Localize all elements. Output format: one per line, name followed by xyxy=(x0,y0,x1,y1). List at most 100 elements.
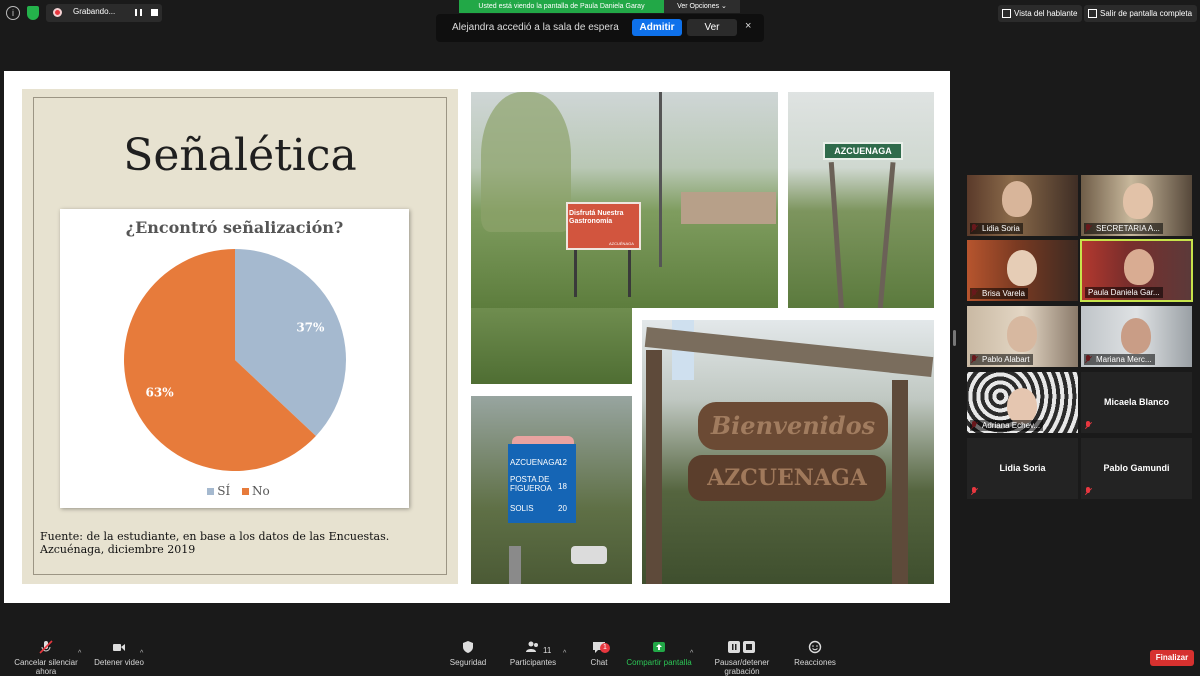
admit-button[interactable]: Admitir xyxy=(632,19,682,36)
pause-recording-icon[interactable] xyxy=(135,9,142,16)
end-meeting-button[interactable]: Finalizar xyxy=(1150,650,1194,666)
share-screen-label: Compartir pantalla xyxy=(626,658,692,667)
unmute-label: Cancelar silenciar ahora xyxy=(14,658,78,676)
participant-name: Adriana Echev... xyxy=(970,420,1044,431)
participant-tile[interactable]: Lidia Soria xyxy=(967,175,1078,236)
smiley-reaction-icon xyxy=(808,640,822,654)
participants-label: Participantes xyxy=(509,658,557,667)
recording-dot-icon xyxy=(53,8,62,17)
photo-grass-path xyxy=(471,308,632,384)
photo-azcuenaga-road-sign xyxy=(788,92,934,308)
gallery-resize-handle[interactable] xyxy=(953,330,956,346)
info-icon[interactable]: i xyxy=(6,6,20,20)
viewing-screen-banner: Usted está viendo la pantalla de Paula D… xyxy=(459,0,664,13)
sign-place-1: AZCUENAGA xyxy=(510,458,560,467)
slide-source-note: Fuente: de la estudiante, en base a los … xyxy=(40,530,390,556)
reactions-button[interactable]: Reacciones xyxy=(794,640,836,667)
pause-stop-recording-icon xyxy=(728,641,755,653)
gastronomy-sign-subtext: AZCUÉNAGA xyxy=(609,241,634,246)
video-options-chevron-icon[interactable]: ^ xyxy=(140,650,143,657)
pie-data-label: 37% xyxy=(296,320,325,334)
participant-name: Lidia Soria xyxy=(999,463,1046,473)
gastronomy-sign-text: Disfrutá Nuestra Gastronomía xyxy=(569,210,624,225)
participant-tile[interactable]: Pablo Alabart xyxy=(967,306,1078,367)
participant-name: SECRETARIA A... xyxy=(1084,223,1163,234)
participant-tile-active-speaker[interactable]: Paula Daniela Gar... xyxy=(1080,239,1193,302)
participants-options-chevron-icon[interactable]: ^ xyxy=(563,650,566,657)
encryption-shield-icon[interactable] xyxy=(27,6,39,20)
sign-row-1: AZCUENAGA 12 xyxy=(510,458,567,467)
photo-gastronomy-sign xyxy=(471,92,778,308)
participant-name: Pablo Gamundi xyxy=(1103,463,1170,473)
muted-microphone-icon xyxy=(39,640,53,654)
muted-mic-icon xyxy=(1084,421,1092,430)
share-options-chevron-icon[interactable]: ^ xyxy=(690,650,693,657)
exit-fullscreen-button[interactable]: Salir de pantalla completa xyxy=(1084,5,1198,22)
sign-place-2: POSTA DE FIGUEROA xyxy=(510,475,552,493)
participant-tile[interactable]: Micaela Blanco xyxy=(1081,372,1192,433)
waiting-room-message: Alejandra accedió a la sala de espera xyxy=(452,22,619,33)
video-camera-icon xyxy=(113,644,125,651)
pause-stop-recording-label: Pausar/detener grabación xyxy=(714,658,770,676)
stop-video-label: Detener video xyxy=(94,658,144,667)
legend-label-no: No xyxy=(252,484,270,498)
participants-icon xyxy=(526,641,538,652)
participant-tile[interactable]: Brisa Varela xyxy=(967,240,1078,301)
share-screen-icon xyxy=(653,642,665,652)
see-waiting-room-button[interactable]: Ver xyxy=(687,19,737,36)
chevron-down-icon: ⌄ xyxy=(721,3,727,10)
participants-count: 11 xyxy=(543,646,552,655)
view-options-button[interactable]: Ver Opciones ⌄ xyxy=(664,0,740,13)
chat-button[interactable]: Chat xyxy=(584,640,614,667)
speaker-view-label: Vista del hablante xyxy=(1014,9,1078,18)
participant-name: Micaela Blanco xyxy=(1103,397,1170,407)
stop-recording-icon[interactable] xyxy=(151,9,158,16)
sign-km-2: 18 xyxy=(558,482,567,491)
sign-km-3: 20 xyxy=(558,504,567,513)
reactions-label: Reacciones xyxy=(794,658,836,667)
sign-place-3: SOLIS xyxy=(510,504,534,513)
participant-name: Brisa Varela xyxy=(970,288,1028,299)
speaker-view-button[interactable]: Vista del hablante xyxy=(998,5,1083,22)
participant-name: Lidia Soria xyxy=(970,223,1023,234)
security-shield-icon xyxy=(463,641,473,653)
participant-name: Pablo Alabart xyxy=(970,354,1033,365)
audio-options-chevron-icon[interactable]: ^ xyxy=(78,650,81,657)
legend-label-si: SÍ xyxy=(217,484,231,498)
sign-row-3: SOLIS 20 xyxy=(510,504,567,513)
sign-km-1: 12 xyxy=(558,458,567,467)
participant-name: Paula Daniela Gar... xyxy=(1085,287,1163,298)
chat-label: Chat xyxy=(590,658,608,667)
pause-stop-recording-button[interactable]: Pausar/detener grabación xyxy=(698,640,786,676)
participant-tile[interactable]: SECRETARIA A... xyxy=(1081,175,1192,236)
pie-data-label: 63% xyxy=(146,386,175,400)
recording-label: Grabando... xyxy=(73,7,116,16)
share-screen-button[interactable]: Compartir pantalla xyxy=(626,640,692,667)
exit-fullscreen-label: Salir de pantalla completa xyxy=(1100,9,1193,18)
muted-mic-icon xyxy=(1084,487,1092,496)
view-options-label: Ver Opciones xyxy=(677,3,720,10)
chat-unread-badge: 1 xyxy=(600,643,610,653)
pie-chart: 37% 63% xyxy=(123,249,346,471)
participant-name: Mariana Merc... xyxy=(1084,354,1155,365)
slide-title: Señalética xyxy=(123,130,357,181)
exit-fullscreen-icon xyxy=(1088,9,1097,18)
legend-swatch-si xyxy=(207,488,215,495)
sign-row-2: POSTA DE FIGUEROA xyxy=(510,475,554,493)
security-button[interactable]: Seguridad xyxy=(446,640,490,667)
town-wood-sign: AZCUENAGA xyxy=(688,455,886,501)
participant-tile[interactable]: Mariana Merc... xyxy=(1081,306,1192,367)
security-label: Seguridad xyxy=(449,658,487,667)
close-icon[interactable]: × xyxy=(745,20,751,32)
stop-video-button[interactable]: Detener video xyxy=(92,640,146,667)
azcuenaga-green-sign: AZCUENAGA xyxy=(823,142,903,160)
speaker-view-icon xyxy=(1002,9,1011,18)
chart-legend: SÍ No xyxy=(60,484,409,498)
legend-swatch-no xyxy=(242,488,250,495)
participant-tile[interactable]: Pablo Gamundi xyxy=(1081,438,1192,499)
unmute-button[interactable]: Cancelar silenciar ahora xyxy=(4,640,88,676)
participant-tile[interactable]: Adriana Echev... xyxy=(967,372,1078,433)
participant-tile[interactable]: Lidia Soria xyxy=(967,438,1078,499)
muted-mic-icon xyxy=(970,487,978,496)
welcome-sign: Bienvenidos xyxy=(698,402,888,450)
